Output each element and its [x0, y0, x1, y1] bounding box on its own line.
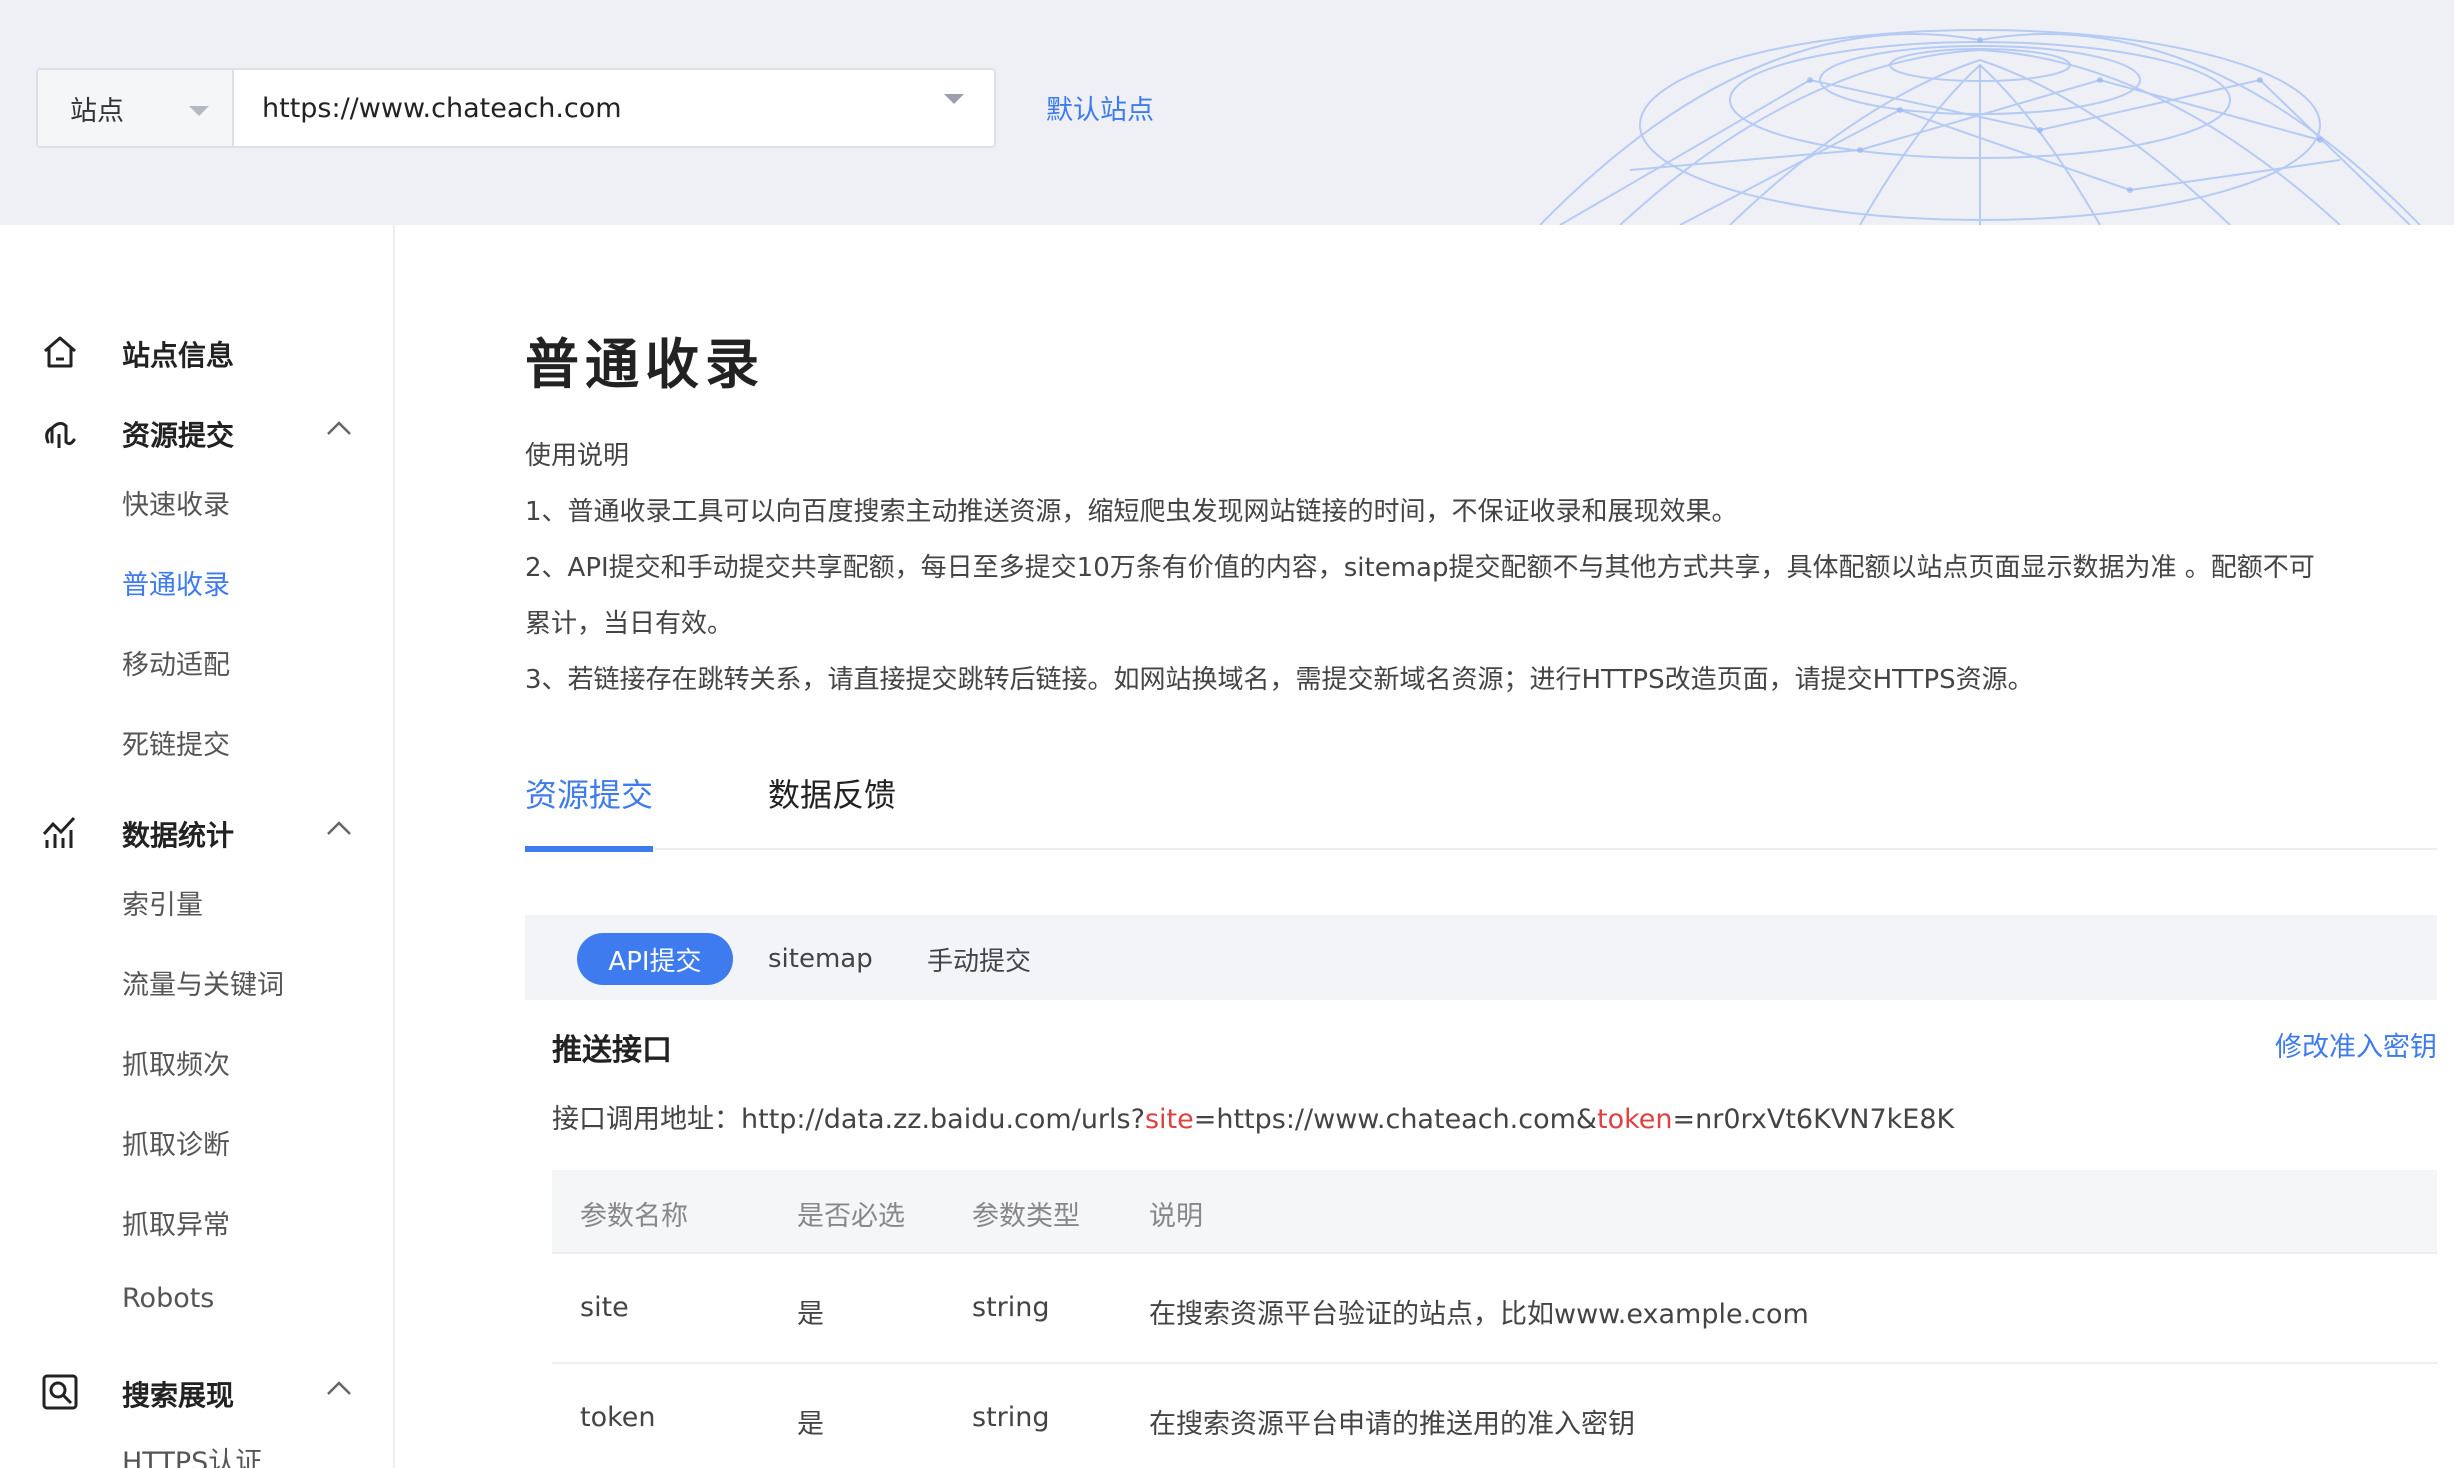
- globe-graphic: [1539, 29, 2421, 225]
- cell-description: 在搜索资源平台验证的站点，比如www.example.com: [1149, 1299, 1809, 1330]
- tab-api-submit[interactable]: API提交: [577, 933, 733, 985]
- sidebar-item-traffic-keywords[interactable]: 流量与关键词: [122, 963, 284, 1002]
- sidebar-item-normal-index[interactable]: 普通收录: [122, 563, 230, 602]
- site-type-select[interactable]: 站点: [36, 68, 233, 148]
- api-param-token: token: [1596, 1104, 1673, 1135]
- sidebar-group-data-stats[interactable]: 数据统计: [0, 800, 395, 860]
- push-interface-title: 推送接口: [552, 1033, 672, 1068]
- site-type-chevron-down-icon: [189, 106, 209, 116]
- param-table: 参数名称 是否必选 参数类型 说明 site 是 string 在搜索资源平台验…: [552, 1170, 2437, 1468]
- main-tabs: 资源提交 数据反馈: [525, 770, 2437, 852]
- sidebar-item-mobile-adapt[interactable]: 移动适配: [122, 643, 230, 682]
- cell-param-name: site: [580, 1292, 629, 1323]
- sidebar-item-crawl-errors[interactable]: 抓取异常: [122, 1203, 230, 1242]
- sidebar-group-label: 站点信息: [122, 339, 235, 372]
- tab-sitemap[interactable]: sitemap: [768, 933, 873, 985]
- cell-param-type: string: [972, 1402, 1050, 1433]
- modify-key-link[interactable]: 修改准入密钥: [2275, 1025, 2437, 1064]
- home-icon: [44, 336, 76, 368]
- default-site-link[interactable]: 默认站点: [1046, 88, 1154, 127]
- api-site-value: =https://www.chateach.com&: [1193, 1104, 1597, 1135]
- stats-icon: [42, 816, 76, 848]
- table-row: site 是 string 在搜索资源平台验证的站点，比如www.example…: [552, 1252, 2437, 1362]
- tab-manual-submit[interactable]: 手动提交: [927, 933, 1031, 985]
- site-type-label: 站点: [70, 95, 124, 127]
- table-row: token 是 string 在搜索资源平台申请的推送用的准入密钥: [552, 1362, 2437, 1468]
- sidebar-item-robots[interactable]: Robots: [122, 1283, 214, 1314]
- usage-line: 2、API提交和手动提交共享配额，每日至多提交10万条有价值的内容，sitema…: [525, 553, 2315, 583]
- cell-required: 是: [797, 1299, 824, 1330]
- sidebar-group-resource-submit[interactable]: 资源提交: [0, 400, 395, 460]
- api-url: 接口调用地址：http://data.zz.baidu.com/urls?sit…: [552, 1097, 1954, 1136]
- usage-line: 累计，当日有效。: [525, 609, 734, 639]
- sidebar-group-label: 资源提交: [122, 419, 235, 452]
- header-required: 是否必选: [797, 1201, 905, 1232]
- site-url-chevron-down-icon: [944, 94, 964, 104]
- top-header: 站点 https://www.chateach.com 默认站点: [0, 0, 2454, 225]
- search-display-icon: [42, 1374, 78, 1410]
- site-url-select[interactable]: https://www.chateach.com: [232, 68, 996, 148]
- header-param-type: 参数类型: [972, 1201, 1080, 1232]
- site-url-value: https://www.chateach.com: [262, 92, 622, 124]
- api-url-prefix: 接口调用地址：http://data.zz.baidu.com/urls?: [552, 1104, 1145, 1135]
- header-description: 说明: [1149, 1201, 1203, 1232]
- sidebar-item-crawl-diagnosis[interactable]: 抓取诊断: [122, 1123, 230, 1162]
- submit-method-tabs: API提交 sitemap 手动提交: [525, 915, 2437, 1000]
- usage-line: 3、若链接存在跳转关系，请直接提交跳转后链接。如网站换域名，需提交新域名资源；进…: [525, 665, 2034, 695]
- table-header: 参数名称 是否必选 参数类型 说明: [552, 1170, 2437, 1252]
- sidebar-group-label: 数据统计: [122, 819, 235, 852]
- cell-param-name: token: [580, 1402, 656, 1433]
- page-title: 普通收录: [525, 333, 765, 396]
- sidebar-group-search-display[interactable]: 搜索展现: [0, 1360, 395, 1420]
- main-content: 普通收录 使用说明 1、普通收录工具可以向百度搜索主动推送资源，缩短爬虫发现网站…: [395, 225, 2454, 1468]
- cell-description: 在搜索资源平台申请的推送用的准入密钥: [1149, 1409, 1635, 1440]
- api-param-site: site: [1144, 1104, 1194, 1135]
- sidebar: 站点信息 资源提交 快速收录 普通收录 移动适配 死链提交 数据统计 索引量 流…: [0, 225, 395, 1468]
- sidebar-item-fast-index[interactable]: 快速收录: [122, 483, 230, 522]
- chevron-up-icon[interactable]: [324, 418, 354, 438]
- resource-submit-icon: [45, 421, 76, 448]
- sidebar-item-index-volume[interactable]: 索引量: [122, 883, 203, 922]
- tab-data-feedback[interactable]: 数据反馈: [768, 770, 896, 848]
- chevron-up-icon[interactable]: [324, 818, 354, 838]
- usage-heading: 使用说明: [525, 441, 630, 471]
- sidebar-item-https-cert[interactable]: HTTPS认证: [122, 1440, 262, 1468]
- sidebar-group-site-info[interactable]: 站点信息: [0, 320, 395, 380]
- sidebar-item-crawl-frequency[interactable]: 抓取频次: [122, 1043, 230, 1082]
- tab-resource-submit[interactable]: 资源提交: [525, 770, 654, 852]
- cell-param-type: string: [972, 1292, 1050, 1323]
- header-param-name: 参数名称: [580, 1201, 688, 1232]
- usage-line: 1、普通收录工具可以向百度搜索主动推送资源，缩短爬虫发现网站链接的时间，不保证收…: [525, 497, 1738, 527]
- chevron-up-icon[interactable]: [324, 1378, 354, 1398]
- api-token-value: =nr0rxVt6KVN7kE8K: [1672, 1104, 1955, 1135]
- sidebar-group-label: 搜索展现: [122, 1379, 235, 1412]
- sidebar-item-dead-link[interactable]: 死链提交: [122, 723, 230, 762]
- cell-required: 是: [797, 1409, 824, 1440]
